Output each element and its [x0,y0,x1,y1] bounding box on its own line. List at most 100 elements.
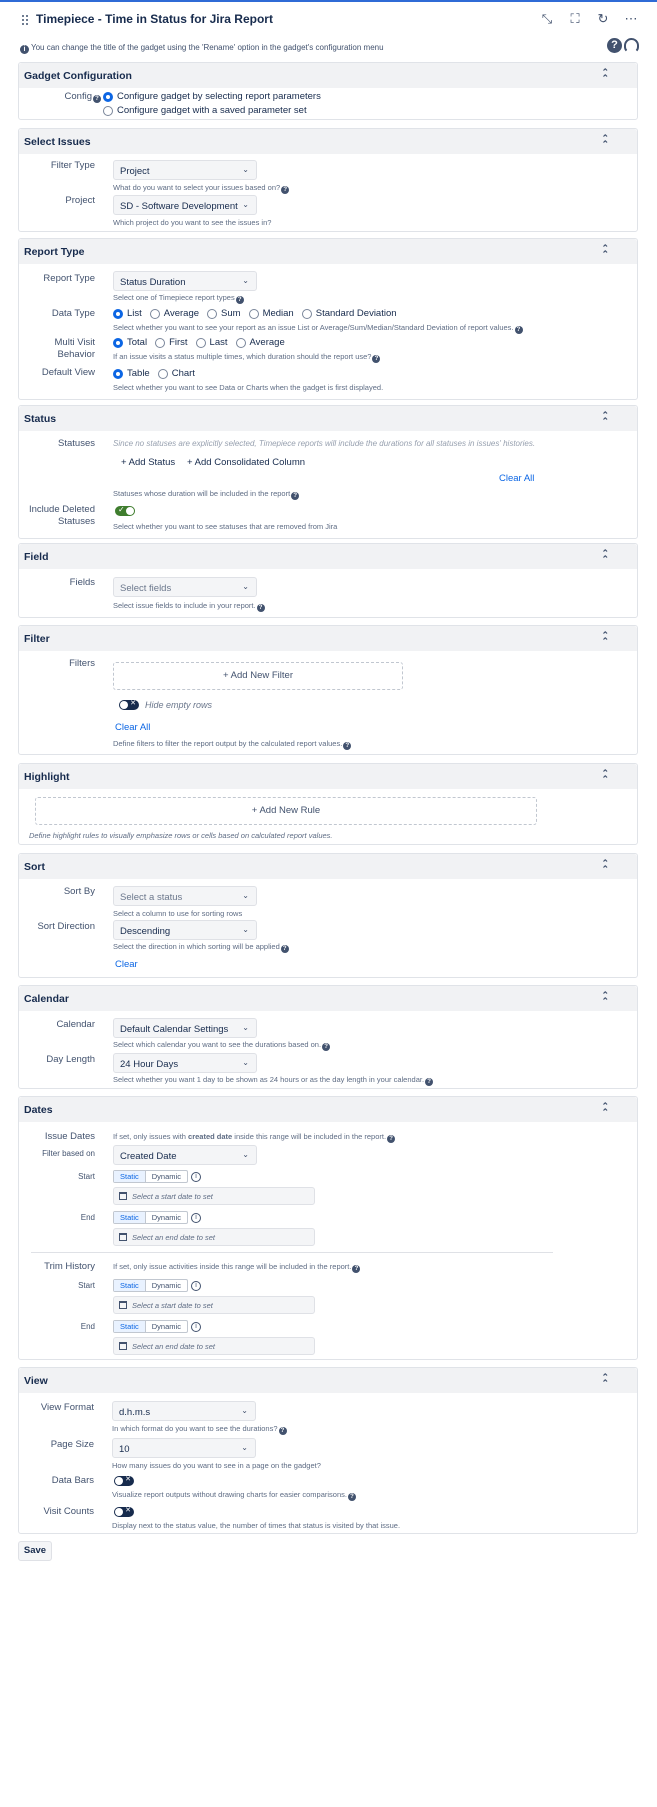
more-icon[interactable]: ⋯ [623,11,639,27]
radio-unselected[interactable] [103,105,113,116]
visit-counts-toggle[interactable]: ✕ [114,1507,134,1517]
refresh-icon[interactable]: ↻ [595,11,611,27]
add-consolidated-column-button[interactable]: + Add Consolidated Column [187,457,305,468]
sort-by-select[interactable]: Select a status ⌄ [113,886,257,906]
help-icon[interactable]: ? [280,945,289,953]
help-icon[interactable]: ? [235,296,244,304]
help-icon[interactable]: ? [347,1493,356,1501]
clear-sort-link[interactable]: Clear [115,959,138,970]
report-type-select[interactable]: Status Duration ⌄ [113,271,257,291]
section-header[interactable]: Calendar ⌃ ⌃ [19,986,637,1011]
help-icon[interactable]: ? [514,326,523,334]
section-header[interactable]: Highlight ⌃ ⌃ [19,764,637,789]
default-view-table[interactable]: Table [113,368,150,379]
static-option[interactable]: Static [114,1321,146,1332]
collapse-icon[interactable]: ⌃ ⌃ [601,549,609,564]
data-bars-toggle[interactable]: ✕ [114,1476,134,1486]
issue-start-date-input[interactable]: Select a start date to set [113,1187,315,1205]
collapse-icon[interactable]: ⌃ ⌃ [601,1373,609,1388]
help-icon[interactable]: ? [607,38,622,53]
add-new-filter-button[interactable]: + Add New Filter [113,662,403,690]
filter-type-select[interactable]: Project ⌄ [113,160,257,180]
sort-direction-select[interactable]: Descending ⌄ [113,920,257,940]
help-icon[interactable]: ? [425,1078,434,1086]
default-view-chart[interactable]: Chart [157,368,195,379]
collapse-icon[interactable]: ⌃ ⌃ [601,134,609,149]
support-headset-icon[interactable] [624,38,639,53]
help-icon[interactable]: ? [256,604,265,612]
clear-all-filters-link[interactable]: Clear All [115,722,150,733]
data-type-sum[interactable]: Sum [207,308,241,319]
multi-visit-first[interactable]: First [155,337,188,348]
help-icon[interactable]: ? [93,95,101,103]
drag-handle-icon[interactable] [22,15,30,25]
collapse-icon[interactable]: ⌃ ⌃ [601,411,609,426]
data-type-std-dev[interactable]: Standard Deviation [301,308,397,319]
add-new-rule-button[interactable]: + Add New Rule [35,797,537,825]
collapse-icon[interactable]: ⌃ ⌃ [601,859,609,874]
section-header[interactable]: Status ⌃ ⌃ [19,406,637,431]
help-icon[interactable]: ? [352,1265,361,1273]
static-option[interactable]: Static [114,1280,146,1291]
project-select[interactable]: SD - Software Development ⌄ [113,195,257,215]
config-option-parameters[interactable]: Configure gadget by selecting report par… [103,91,321,102]
help-icon[interactable]: ? [278,1427,287,1435]
section-header[interactable]: Select Issues ⌃ ⌃ [19,129,637,154]
trim-end-date-input[interactable]: Select an end date to set [113,1337,315,1355]
help-icon[interactable]: ? [372,355,381,363]
minimize-icon[interactable]: ⤡ [539,11,555,27]
view-format-select[interactable]: d.h.m.s ⌄ [112,1401,256,1421]
info-circle-icon[interactable]: i [191,1213,201,1223]
help-icon[interactable]: ? [387,1135,396,1143]
section-header[interactable]: Filter ⌃ ⌃ [19,626,637,651]
collapse-icon[interactable]: ⌃ ⌃ [601,1102,609,1117]
help-icon[interactable]: ? [291,492,300,500]
dynamic-option[interactable]: Dynamic [146,1321,187,1332]
collapse-icon[interactable]: ⌃ ⌃ [601,769,609,784]
help-icon[interactable]: ? [322,1043,331,1051]
help-icon[interactable]: ? [281,186,290,194]
static-option[interactable]: Static [114,1171,146,1182]
trim-start-date-input[interactable]: Select a start date to set [113,1296,315,1314]
hide-empty-rows-toggle[interactable]: ✕ [119,700,139,710]
data-type-median[interactable]: Median [248,308,294,319]
dynamic-option[interactable]: Dynamic [146,1280,187,1291]
save-button[interactable]: Save [18,1541,52,1561]
fields-select[interactable]: Select fields ⌄ [113,577,257,597]
collapse-icon[interactable]: ⌃ ⌃ [601,244,609,259]
filter-based-on-select[interactable]: Created Date ⌄ [113,1145,257,1165]
dynamic-option[interactable]: Dynamic [146,1212,187,1223]
collapse-icon[interactable]: ⌃ ⌃ [601,991,609,1006]
section-header[interactable]: Field ⌃ ⌃ [19,544,637,569]
page-size-select[interactable]: 10 ⌄ [112,1438,256,1458]
gadget-title: Timepiece - Time in Status for Jira Repo… [36,12,273,26]
config-option-saved-set[interactable]: Configure gadget with a saved parameter … [103,105,307,116]
add-status-button[interactable]: + Add Status [121,457,175,468]
help-icon[interactable]: ? [343,742,352,750]
collapse-icon[interactable]: ⌃ ⌃ [601,68,609,83]
issue-end-date-input[interactable]: Select an end date to set [113,1228,315,1246]
info-circle-icon[interactable]: i [191,1172,201,1182]
section-header[interactable]: View ⌃ ⌃ [19,1368,637,1393]
dynamic-option[interactable]: Dynamic [146,1171,187,1182]
info-circle-icon[interactable]: i [191,1322,201,1332]
day-length-select[interactable]: 24 Hour Days ⌄ [113,1053,257,1073]
include-deleted-toggle[interactable]: ✓ [115,505,135,516]
info-circle-icon[interactable]: i [191,1281,201,1291]
section-header[interactable]: Gadget Configuration ⌃ ⌃ [19,63,637,88]
collapse-icon[interactable]: ⌃ ⌃ [601,631,609,646]
multi-visit-last[interactable]: Last [195,337,228,348]
radio-selected[interactable] [103,91,113,102]
section-header[interactable]: Report Type ⌃ ⌃ [19,239,637,264]
section-header[interactable]: Dates ⌃ ⌃ [19,1097,637,1122]
multi-visit-total[interactable]: Total [113,337,147,348]
data-type-average[interactable]: Average [149,308,199,319]
fullscreen-icon[interactable]: ⛶ [567,11,583,27]
clear-all-statuses-link[interactable]: Clear All [499,473,534,484]
data-type-list[interactable]: List [113,308,142,319]
multi-visit-hint: If an issue visits a status multiple tim… [113,352,381,363]
static-option[interactable]: Static [114,1212,146,1223]
section-header[interactable]: Sort ⌃ ⌃ [19,854,637,879]
calendar-select[interactable]: Default Calendar Settings ⌄ [113,1018,257,1038]
multi-visit-average[interactable]: Average [235,337,285,348]
